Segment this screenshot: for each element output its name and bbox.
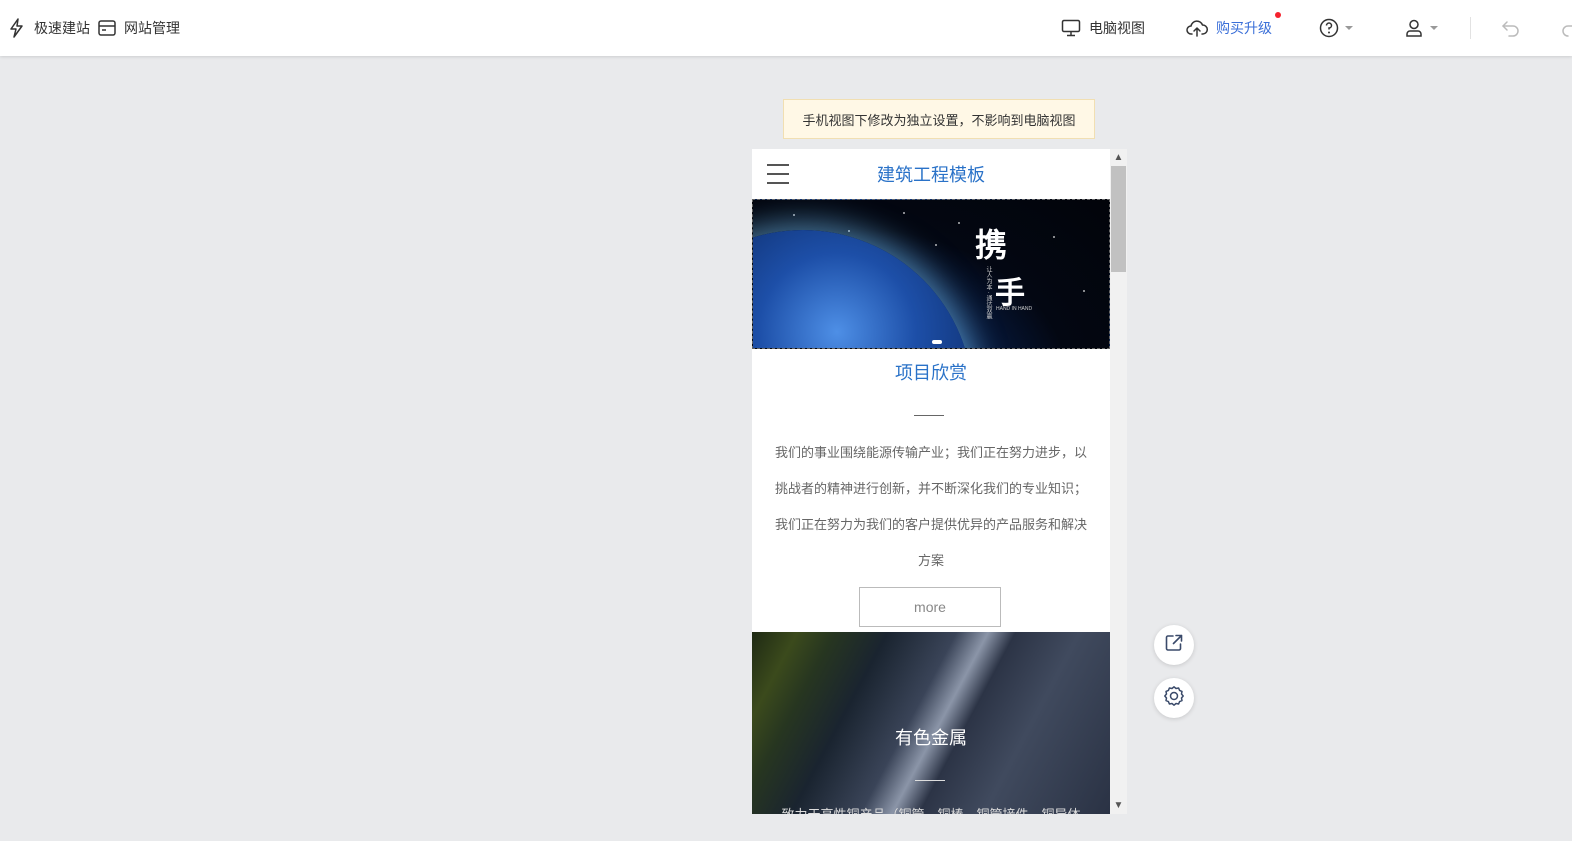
share-icon	[1164, 633, 1184, 658]
preview-scrollbar[interactable]: ▲ ▼	[1110, 149, 1127, 814]
scroll-up-icon[interactable]: ▲	[1110, 149, 1127, 166]
user-icon	[1404, 18, 1424, 38]
site-manage-button[interactable]: 网站管理	[98, 0, 180, 56]
undo-button[interactable]	[1501, 0, 1521, 56]
chevron-down-icon	[1430, 26, 1438, 30]
mobile-view-notice: 手机视图下修改为独立设置，不影响到电脑视图	[783, 99, 1095, 139]
cloud-upload-icon	[1186, 19, 1208, 37]
banner-english: HAND IN HAND	[996, 306, 1033, 312]
upgrade-label: 购买升级	[1216, 20, 1272, 36]
notification-badge	[1275, 12, 1281, 18]
undo-icon	[1501, 19, 1521, 37]
section-title-metals: 有色金属	[895, 728, 967, 748]
upgrade-button[interactable]: 购买升级	[1186, 0, 1272, 56]
banner-carousel[interactable]: 携 让人为本 · 通达双赢 手 HAND IN HAND	[752, 199, 1110, 349]
banner-char-1: 携	[975, 226, 1008, 264]
settings-button[interactable]	[1154, 678, 1194, 718]
more-button[interactable]: more	[859, 587, 1001, 627]
redo-button[interactable]	[1560, 0, 1572, 56]
quick-build-button[interactable]: 极速建站	[8, 0, 90, 56]
mobile-header: 建筑工程模板	[752, 149, 1110, 199]
site-manage-label: 网站管理	[124, 20, 180, 36]
share-button[interactable]	[1154, 625, 1194, 665]
scroll-down-icon[interactable]: ▼	[1110, 797, 1127, 814]
redo-icon	[1560, 19, 1572, 37]
question-circle-icon	[1319, 18, 1339, 38]
section-description: 我们的事业围绕能源传输产业；我们正在努力进步，以挑战者的精神进行创新，并不断深化…	[774, 445, 1087, 568]
monitor-icon	[1061, 19, 1081, 37]
card-icon	[98, 20, 116, 36]
top-toolbar: 极速建站 网站管理 电脑视图 购买升级	[0, 0, 1572, 56]
mobile-preview[interactable]: 建筑工程模板 携 让人为本 · 通达双赢 手 HAND IN HAND 项目欣赏…	[752, 149, 1127, 814]
section-title-projects: 项目欣赏	[895, 363, 967, 383]
earth-image	[753, 230, 973, 348]
section-divider	[914, 415, 944, 416]
gear-icon	[1163, 685, 1185, 712]
carousel-indicator[interactable]	[932, 340, 942, 344]
section-metals: 有色金属 致力于高性铜产品（铜管、铜棒、铜管接件、铜导体	[752, 632, 1110, 814]
toolbar-divider	[1470, 17, 1471, 39]
section-divider	[915, 780, 945, 781]
banner-subtitle: 让人为本 · 通达双赢	[985, 266, 991, 320]
quick-build-label: 极速建站	[34, 20, 90, 36]
pc-view-label: 电脑视图	[1089, 20, 1145, 36]
scrollbar-thumb[interactable]	[1111, 166, 1126, 272]
help-menu[interactable]	[1319, 0, 1353, 56]
pc-view-button[interactable]: 电脑视图	[1061, 0, 1145, 56]
lightning-icon	[8, 18, 26, 38]
section-metals-text: 致力于高性铜产品（铜管、铜棒、铜管接件、铜导体	[770, 804, 1092, 814]
user-menu[interactable]	[1404, 0, 1438, 56]
chevron-down-icon	[1345, 26, 1353, 30]
site-title: 建筑工程模板	[877, 165, 985, 185]
